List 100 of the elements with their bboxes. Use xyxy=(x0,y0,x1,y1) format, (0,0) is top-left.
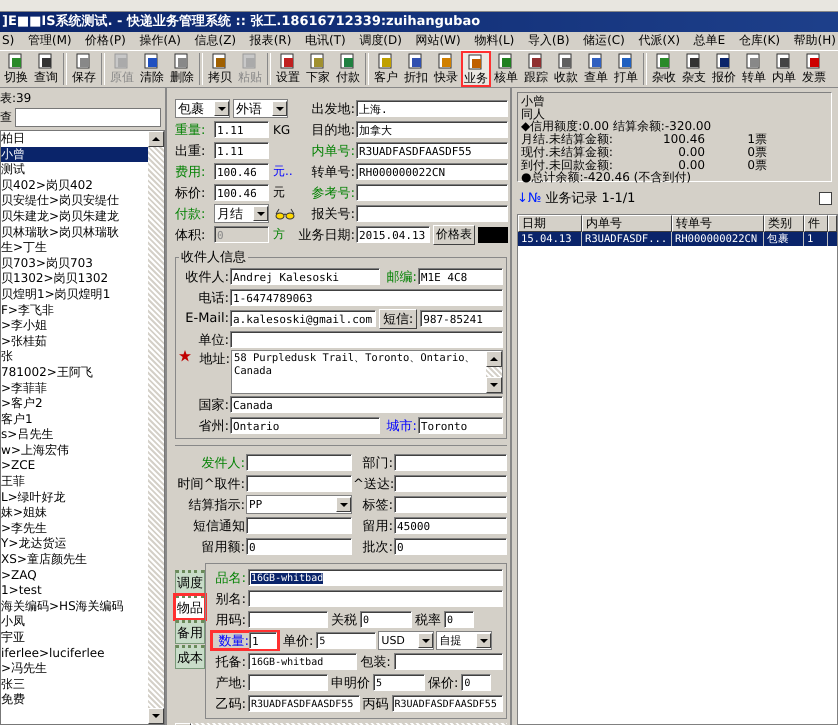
customer-item[interactable]: 小曾 xyxy=(1,146,148,162)
text-field[interactable] xyxy=(246,475,352,492)
customer-item[interactable]: >李先生 xyxy=(1,520,148,536)
toolbar-button[interactable]: 核单 xyxy=(491,51,521,87)
text-field[interactable]: RH000000022CN xyxy=(356,163,508,180)
text-field[interactable]: 0 xyxy=(360,611,412,628)
text-field[interactable]: Ontario xyxy=(230,417,380,434)
customer-item[interactable]: 免费 xyxy=(1,692,148,708)
column-header[interactable]: 件 xyxy=(804,215,828,232)
text-field[interactable]: 100.46 xyxy=(214,184,269,201)
text-field[interactable]: 1-6474789063 xyxy=(230,289,503,306)
toolbar-button[interactable]: 客户 xyxy=(371,51,401,87)
toolbar-button[interactable]: 保存 xyxy=(69,51,99,87)
menu-item[interactable]: 帮助(H) xyxy=(794,33,836,49)
price-table-button[interactable]: 价格表 xyxy=(433,224,475,244)
customer-item[interactable]: 王菲 xyxy=(1,474,148,490)
date-field[interactable]: 2015.04.13 xyxy=(356,226,430,243)
customer-item[interactable]: 贝林瑞耿>岗贝林瑞耿 xyxy=(1,224,148,240)
menu-item[interactable]: 信息(Z) xyxy=(194,33,236,49)
language-dropdown[interactable]: 外语 xyxy=(233,99,288,118)
text-field[interactable]: 1 xyxy=(249,632,277,649)
text-field[interactable]: R3UADFASDFAASDF55 xyxy=(356,142,508,159)
text-field[interactable]: 0 xyxy=(246,538,352,555)
toolbar-button[interactable]: 报价 xyxy=(709,51,739,87)
table-row[interactable]: 15.04.13 R3UADFASDF... RH000000022CN 包裹 1 xyxy=(518,232,837,246)
menu-item[interactable]: 代派(X) xyxy=(638,33,680,49)
text-field[interactable] xyxy=(248,611,328,628)
text-field[interactable]: Toronto xyxy=(418,417,503,434)
customer-item[interactable]: w>上海宏伟 xyxy=(1,442,148,458)
column-header[interactable]: 日期 xyxy=(518,215,582,232)
menu-item[interactable]: 导入(B) xyxy=(528,33,570,49)
customer-item[interactable]: 张三 xyxy=(1,676,148,692)
text-field[interactable]: M1E 4C8 xyxy=(418,268,503,285)
menu-item[interactable]: 报表(R) xyxy=(250,33,292,49)
customer-item[interactable]: F>李飞非 xyxy=(1,302,148,318)
text-field[interactable]: 上海. xyxy=(356,100,508,117)
toolbar-button[interactable]: 快录 xyxy=(431,51,461,87)
toolbar-button[interactable]: 设置 xyxy=(273,51,303,87)
toolbar-button[interactable]: 查单 xyxy=(581,51,611,87)
customer-item[interactable]: 生>丁生 xyxy=(1,240,148,256)
menu-item[interactable]: 价格(P) xyxy=(85,33,126,49)
text-field[interactable]: Canada xyxy=(230,396,503,413)
text-field[interactable]: 加拿大 xyxy=(356,121,508,138)
sms-button[interactable]: 短信: xyxy=(378,308,418,328)
text-field[interactable]: Andrej Kalesoski xyxy=(230,268,380,285)
menu-item[interactable]: 操作(A) xyxy=(139,33,181,49)
customer-item[interactable]: >张桂茹 xyxy=(1,334,148,350)
dropdown[interactable]: USD xyxy=(378,631,434,650)
text-field[interactable] xyxy=(248,674,328,691)
customer-item[interactable]: 海关编码>HS海关编码 xyxy=(1,598,148,614)
text-field[interactable]: R3UADFASDFAASDF55 xyxy=(248,695,360,712)
text-field[interactable]: 16GB-whitbad xyxy=(248,569,503,586)
toolbar-button[interactable]: 杂收 xyxy=(649,51,679,87)
scrollbar[interactable] xyxy=(148,131,164,724)
dropdown[interactable]: 自提 xyxy=(436,631,492,650)
menu-item[interactable]: 管理(M) xyxy=(28,33,72,49)
text-field[interactable]: 0 xyxy=(444,611,474,628)
text-field[interactable] xyxy=(246,454,352,471)
customer-item[interactable]: 1>test xyxy=(1,583,148,599)
customer-item[interactable]: 贝402>岗贝402 xyxy=(1,178,148,194)
dropdown-button[interactable] xyxy=(253,206,268,221)
text-field[interactable]: R3UADFASDFAASDF55 xyxy=(392,695,503,712)
menu-item[interactable]: 仓库(K) xyxy=(738,33,780,49)
side-tab[interactable]: 成本 xyxy=(175,645,205,669)
address-field[interactable]: 58 Purpledusk Trail、Toronto、Ontario、Canada xyxy=(231,350,503,394)
menu-item[interactable]: 物料(L) xyxy=(474,33,514,49)
dropdown-button[interactable] xyxy=(418,633,434,648)
dropdown-button[interactable] xyxy=(272,101,287,116)
text-field[interactable]: 987-85241 xyxy=(420,310,504,327)
menu-item[interactable]: 调度(D) xyxy=(359,33,402,49)
text-field[interactable]: 45000 xyxy=(394,517,507,534)
text-field[interactable]: 0 xyxy=(461,674,492,691)
dropdown-button[interactable] xyxy=(336,497,351,512)
menu-item[interactable]: 总单E xyxy=(694,33,726,49)
column-header[interactable]: 类别 xyxy=(764,215,804,232)
payment-dropdown[interactable]: 月结 xyxy=(214,204,269,223)
sort-toggle[interactable]: ↓№ xyxy=(517,190,542,206)
menu-item[interactable]: 储运(C) xyxy=(583,33,625,49)
text-field[interactable] xyxy=(394,653,504,670)
customer-item[interactable]: 781002>王阿飞 xyxy=(1,364,148,380)
toolbar-button[interactable]: 查询 xyxy=(31,51,61,87)
customer-item[interactable]: >ZCE xyxy=(1,458,148,474)
toolbar-button[interactable]: 拷贝 xyxy=(205,51,235,87)
customer-item[interactable]: 宇亚 xyxy=(1,630,148,646)
customer-item[interactable]: >李小姐 xyxy=(1,318,148,334)
dropdown-button[interactable] xyxy=(476,633,492,648)
column-header[interactable]: 转单号 xyxy=(672,215,764,232)
text-field[interactable]: 5 xyxy=(316,632,376,649)
toolbar-button[interactable]: 发票 xyxy=(799,51,829,87)
toolbar-button[interactable]: 转单 xyxy=(739,51,769,87)
text-field[interactable]: 1.11 xyxy=(214,142,269,159)
customer-item[interactable]: >李菲菲 xyxy=(1,380,148,396)
menu-item[interactable]: S) xyxy=(2,33,14,49)
customer-item[interactable]: 柏日 xyxy=(1,131,148,147)
toolbar-button[interactable]: 杂支 xyxy=(679,51,709,87)
toolbar-button[interactable]: 折扣 xyxy=(401,51,431,87)
text-field[interactable] xyxy=(246,517,352,534)
search-field[interactable] xyxy=(15,108,161,126)
side-tab[interactable]: 调度 xyxy=(175,570,205,594)
text-field[interactable]: 5 xyxy=(373,674,425,691)
